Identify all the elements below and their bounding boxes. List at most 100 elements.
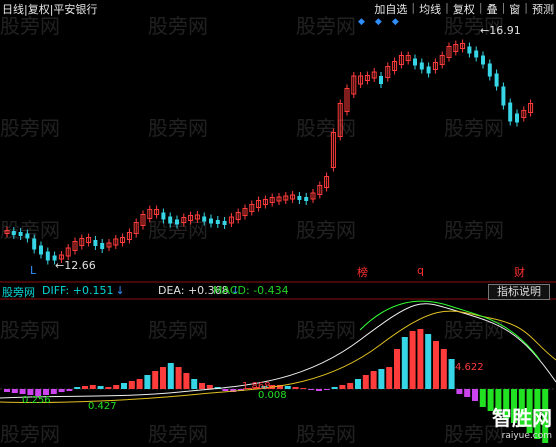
macd-histogram-bar bbox=[448, 359, 455, 389]
macd-histogram-bar bbox=[339, 385, 346, 389]
macd-histogram-bar bbox=[370, 371, 377, 389]
low-price-value: 12.66 bbox=[64, 259, 96, 272]
macd-histogram-bar bbox=[183, 373, 190, 389]
candle-body bbox=[222, 221, 227, 225]
macd-histogram-bar bbox=[19, 389, 26, 394]
indicator-name: 股旁网 bbox=[2, 286, 35, 299]
candle-body bbox=[474, 50, 479, 58]
macd-histogram-bar bbox=[331, 387, 338, 389]
candle-body bbox=[508, 102, 513, 122]
macd-histogram-bar bbox=[456, 389, 463, 394]
macd-histogram-bar bbox=[362, 375, 369, 389]
candle-body bbox=[515, 113, 519, 123]
diff-line bbox=[0, 303, 556, 399]
candle-body bbox=[494, 73, 499, 87]
candle-body bbox=[45, 251, 50, 261]
candle-body bbox=[202, 216, 207, 222]
macd-histogram-bar bbox=[464, 389, 471, 397]
high-price-value: 16.91 bbox=[489, 24, 521, 37]
macd-histogram-bar bbox=[308, 389, 315, 390]
candle-body bbox=[467, 46, 472, 54]
candle-body bbox=[18, 232, 23, 236]
candle-body bbox=[379, 76, 383, 84]
marker-bang[interactable]: 榜 bbox=[357, 264, 368, 280]
macd-inline-label: 4.622 bbox=[455, 362, 484, 373]
candle-body bbox=[168, 216, 173, 224]
macd-histogram-bar bbox=[409, 331, 416, 389]
macd-histogram-bar bbox=[479, 389, 486, 407]
candle-body bbox=[32, 238, 37, 250]
macd-histogram-bar bbox=[292, 387, 299, 389]
marker-l[interactable]: L bbox=[30, 264, 36, 277]
macd-histogram-bar bbox=[152, 371, 159, 389]
logo-site: raiyue.com bbox=[501, 431, 552, 441]
macd-histogram-bar bbox=[160, 367, 166, 389]
macd-histogram-bar bbox=[323, 389, 330, 390]
macd-histogram-bar bbox=[175, 367, 182, 389]
macd-value: -0.434 bbox=[253, 284, 289, 297]
candle-body bbox=[175, 219, 179, 225]
macd-histogram-bar bbox=[97, 386, 104, 389]
low-price-label: ←12.66 bbox=[55, 259, 96, 272]
macd-histogram-bar bbox=[199, 383, 205, 389]
macd-histogram-bar bbox=[58, 389, 65, 392]
candle-body bbox=[426, 66, 431, 74]
macd-histogram-bar bbox=[128, 381, 135, 389]
logo-text: 智胜网 bbox=[492, 406, 552, 430]
macd-histogram-bar bbox=[74, 387, 81, 389]
macd-histogram-bar bbox=[433, 341, 439, 389]
candle-body bbox=[297, 196, 302, 200]
high-price-label: ←16.91 bbox=[480, 24, 521, 37]
diff-label: DIFF: bbox=[42, 284, 70, 297]
macd-histogram-bar bbox=[394, 349, 400, 389]
macd-histogram-bar bbox=[11, 389, 18, 393]
marker-q[interactable]: q bbox=[417, 264, 424, 277]
macd-histogram-bar bbox=[401, 337, 408, 389]
candle-body bbox=[100, 243, 105, 249]
site-logo: 智胜网 raiyue.com bbox=[492, 402, 552, 441]
macd-histogram-bar bbox=[144, 375, 151, 389]
macd-signal-line bbox=[359, 300, 541, 361]
macd-histogram-bar bbox=[440, 349, 447, 389]
macd-histogram-bar bbox=[66, 389, 73, 391]
macd-histogram-bar bbox=[4, 389, 10, 392]
candle-body bbox=[413, 58, 417, 66]
arrow-down-icon: ↓ bbox=[115, 284, 125, 297]
kline-chart[interactable] bbox=[0, 0, 556, 445]
macd-histogram-bar bbox=[191, 379, 198, 389]
macd-inline-label: 0.256 bbox=[22, 395, 51, 406]
candle-body bbox=[304, 197, 309, 201]
macd-histogram-bar bbox=[167, 363, 174, 389]
macd-histogram-bar bbox=[50, 389, 57, 394]
candle-body bbox=[209, 218, 213, 224]
macd-histogram-bar bbox=[386, 367, 393, 389]
candle-body bbox=[93, 240, 98, 246]
marker-cai[interactable]: 财 bbox=[514, 264, 525, 280]
candle-body bbox=[481, 55, 485, 65]
macd-readout: MACD: -0.434 bbox=[213, 284, 289, 297]
macd-histogram-bar bbox=[417, 329, 424, 389]
macd-histogram-bar bbox=[284, 386, 291, 389]
macd-histogram-bar bbox=[121, 383, 127, 389]
macd-histogram-bar bbox=[316, 389, 322, 391]
macd-inline-label: 0.008 bbox=[258, 390, 287, 401]
candle-body bbox=[39, 245, 43, 255]
diff-readout: DIFF: +0.151 ↓ bbox=[42, 284, 125, 297]
indicator-help-button[interactable]: 指标说明 bbox=[488, 284, 550, 300]
macd-histogram-bar bbox=[82, 386, 88, 389]
macd-label: MACD: bbox=[213, 284, 250, 297]
candle-body bbox=[25, 233, 30, 239]
macd-inline-label: 0.427 bbox=[88, 401, 117, 412]
macd-histogram-bar bbox=[136, 379, 143, 389]
macd-header: 股旁网 DIFF: +0.151 ↓ DEA: +0.368 ↓ MACD: -0.… bbox=[0, 283, 556, 299]
macd-histogram-bar bbox=[206, 385, 213, 389]
candle-body bbox=[501, 86, 506, 106]
candle-body bbox=[419, 62, 424, 70]
macd-histogram-bar bbox=[378, 369, 385, 389]
candle-body bbox=[161, 212, 166, 220]
macd-histogram-bar bbox=[472, 389, 478, 401]
macd-histogram-bar bbox=[105, 387, 112, 389]
macd-histogram-bar bbox=[347, 383, 354, 389]
candle-body bbox=[11, 231, 16, 235]
macd-histogram-bar bbox=[355, 379, 361, 389]
